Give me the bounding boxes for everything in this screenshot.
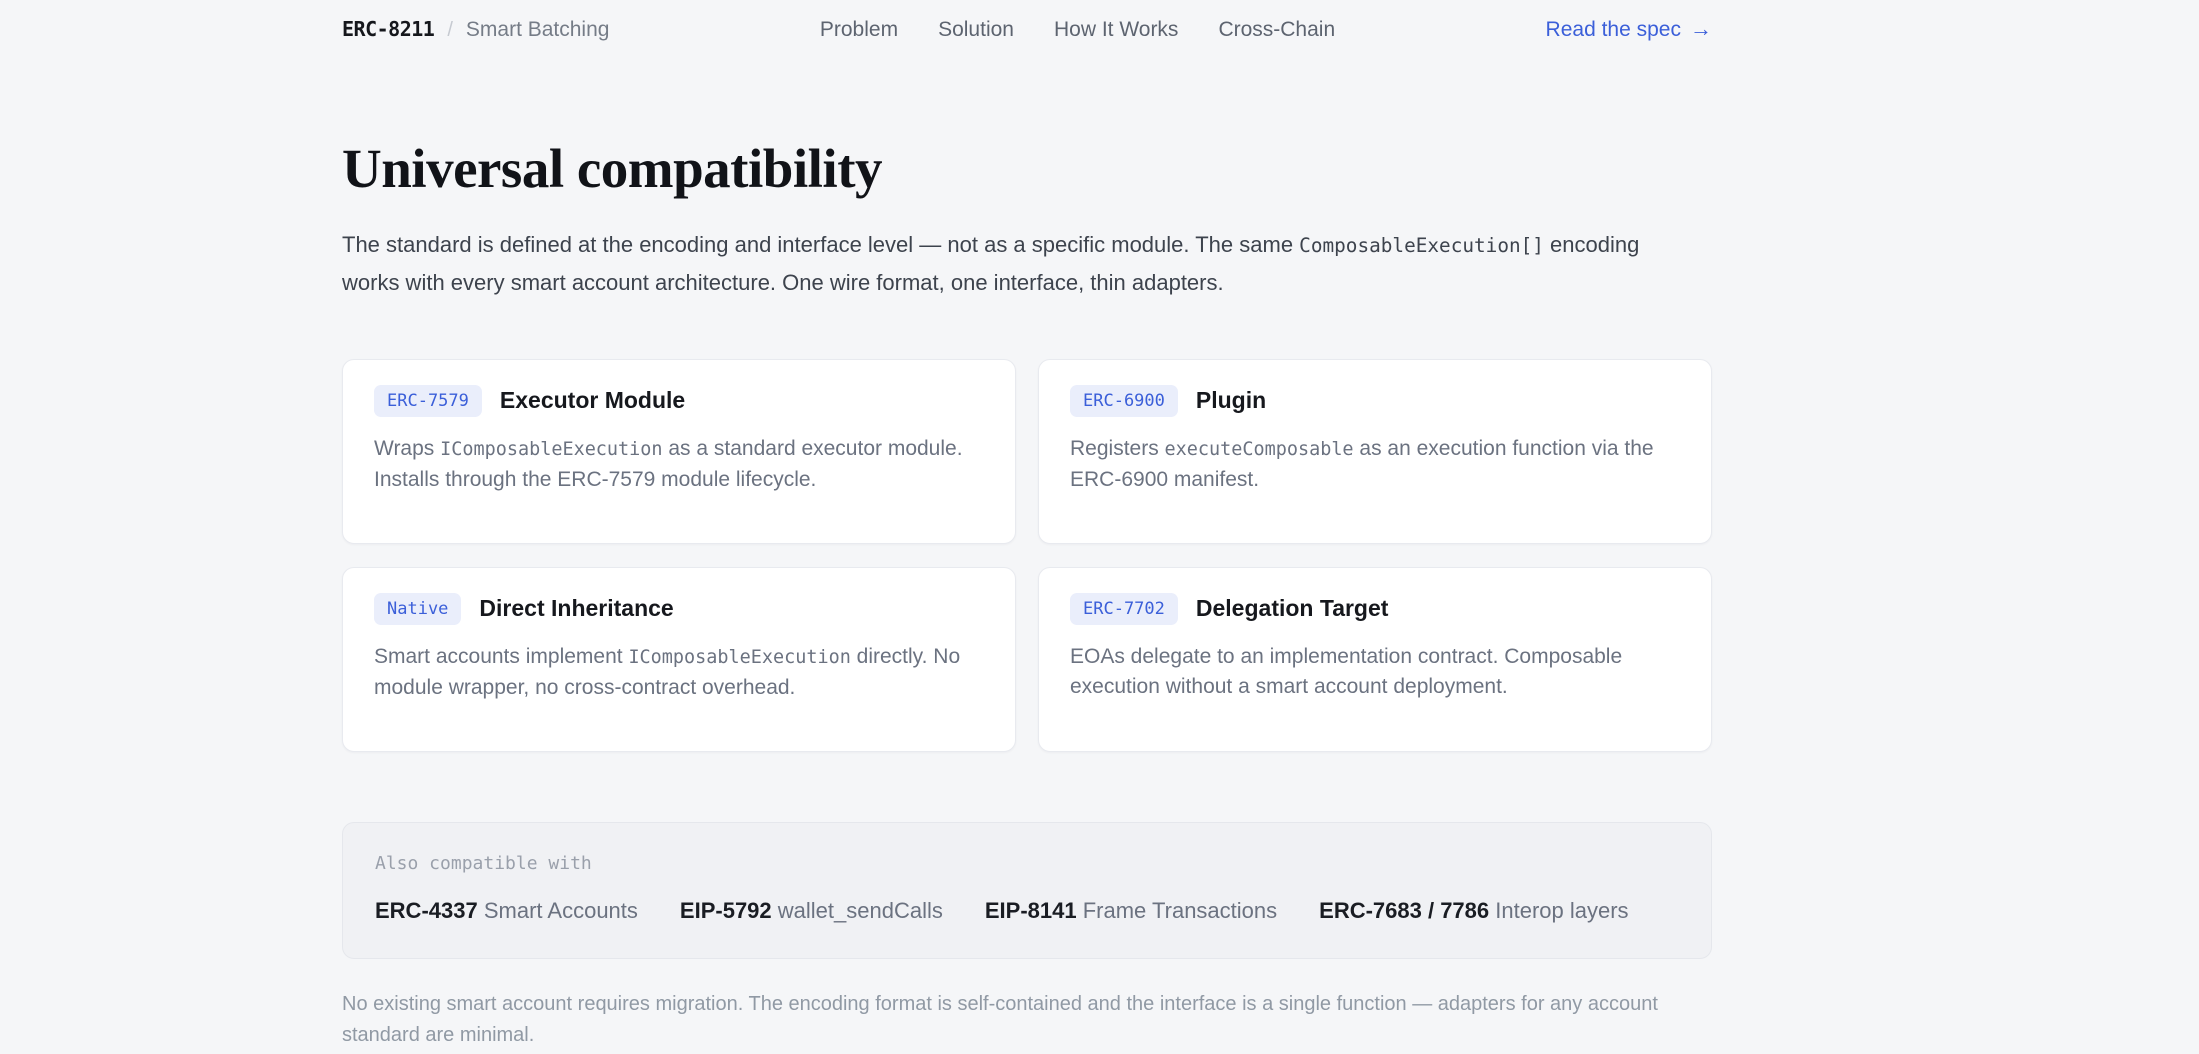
brand-erc-number: ERC-8211	[342, 17, 434, 41]
card-body: Wraps IComposableExecution as a standard…	[374, 434, 974, 495]
read-spec-label: Read the spec	[1546, 18, 1681, 42]
compat-item-erc-7683-7786: ERC-7683 / 7786 Interop layers	[1319, 898, 1628, 924]
card-native-direct-inheritance: Native Direct Inheritance Smart accounts…	[342, 567, 1016, 752]
card-body: Smart accounts implement IComposableExec…	[374, 642, 974, 703]
also-compatible-label: Also compatible with	[375, 853, 1679, 874]
compat-item-id: ERC-4337	[375, 898, 478, 923]
compat-item-eip-5792: EIP-5792 wallet_sendCalls	[680, 898, 943, 924]
page-title: Universal compatibility	[342, 139, 1712, 200]
arrow-right-icon: →	[1690, 16, 1712, 42]
compatibility-grid: ERC-7579 Executor Module Wraps IComposab…	[342, 359, 1712, 752]
migration-footnote: No existing smart account requires migra…	[342, 989, 1708, 1051]
card-body: Registers executeComposable as an execut…	[1070, 434, 1670, 495]
nav-link-cross-chain[interactable]: Cross-Chain	[1218, 18, 1335, 42]
also-compatible-box: Also compatible with ERC-4337 Smart Acco…	[342, 822, 1712, 959]
erc-badge: ERC-6900	[1070, 385, 1178, 417]
card-header: Native Direct Inheritance	[374, 593, 984, 625]
card-body-pre: Registers	[1070, 437, 1165, 460]
intro-text-pre: The standard is defined at the encoding …	[342, 232, 1299, 257]
brand-subtitle: Smart Batching	[466, 18, 610, 42]
nav-link-solution[interactable]: Solution	[938, 18, 1014, 42]
card-erc-7702-delegation-target: ERC-7702 Delegation Target EOAs delegate…	[1038, 567, 1712, 752]
erc-badge: ERC-7579	[374, 385, 482, 417]
card-title: Direct Inheritance	[479, 595, 673, 622]
top-nav: ERC-8211 / Smart Batching Problem Soluti…	[342, 0, 1712, 42]
compat-item-id: EIP-5792	[680, 898, 772, 923]
intro-paragraph: The standard is defined at the encoding …	[342, 226, 1667, 301]
card-header: ERC-7579 Executor Module	[374, 385, 984, 417]
compat-item-desc: wallet_sendCalls	[778, 898, 943, 923]
card-body-code: executeComposable	[1165, 439, 1354, 460]
card-title: Delegation Target	[1196, 595, 1389, 622]
nav-link-how-it-works[interactable]: How It Works	[1054, 18, 1178, 42]
also-compatible-row: ERC-4337 Smart Accounts EIP-5792 wallet_…	[375, 898, 1679, 924]
card-header: ERC-7702 Delegation Target	[1070, 593, 1680, 625]
nav-links: Problem Solution How It Works Cross-Chai…	[820, 18, 1335, 42]
erc-badge: ERC-7702	[1070, 593, 1178, 625]
compat-item-desc: Smart Accounts	[484, 898, 638, 923]
compat-item-erc-4337: ERC-4337 Smart Accounts	[375, 898, 638, 924]
card-body-code: IComposableExecution	[440, 439, 662, 460]
card-erc-6900-plugin: ERC-6900 Plugin Registers executeComposa…	[1038, 359, 1712, 544]
card-title: Plugin	[1196, 387, 1266, 414]
nav-link-problem[interactable]: Problem	[820, 18, 898, 42]
card-body-code: IComposableExecution	[628, 647, 850, 668]
intro-inline-code: ComposableExecution[]	[1299, 234, 1544, 257]
card-body-pre: Wraps	[374, 437, 440, 460]
card-body-pre: Smart accounts implement	[374, 645, 628, 668]
card-body: EOAs delegate to an implementation contr…	[1070, 642, 1670, 703]
compat-item-desc: Frame Transactions	[1083, 898, 1277, 923]
breadcrumb-separator: /	[447, 19, 453, 42]
breadcrumb: ERC-8211 / Smart Batching	[342, 17, 609, 42]
compat-item-eip-8141: EIP-8141 Frame Transactions	[985, 898, 1277, 924]
compat-item-id: ERC-7683 / 7786	[1319, 898, 1489, 923]
page-container: ERC-8211 / Smart Batching Problem Soluti…	[342, 0, 1712, 1051]
card-header: ERC-6900 Plugin	[1070, 385, 1680, 417]
compat-item-id: EIP-8141	[985, 898, 1077, 923]
read-spec-link[interactable]: Read the spec →	[1546, 16, 1712, 42]
card-title: Executor Module	[500, 387, 685, 414]
erc-badge: Native	[374, 593, 461, 625]
card-body-pre: EOAs delegate to an implementation contr…	[1070, 645, 1622, 698]
card-erc-7579-executor-module: ERC-7579 Executor Module Wraps IComposab…	[342, 359, 1016, 544]
compat-item-desc: Interop layers	[1495, 898, 1628, 923]
